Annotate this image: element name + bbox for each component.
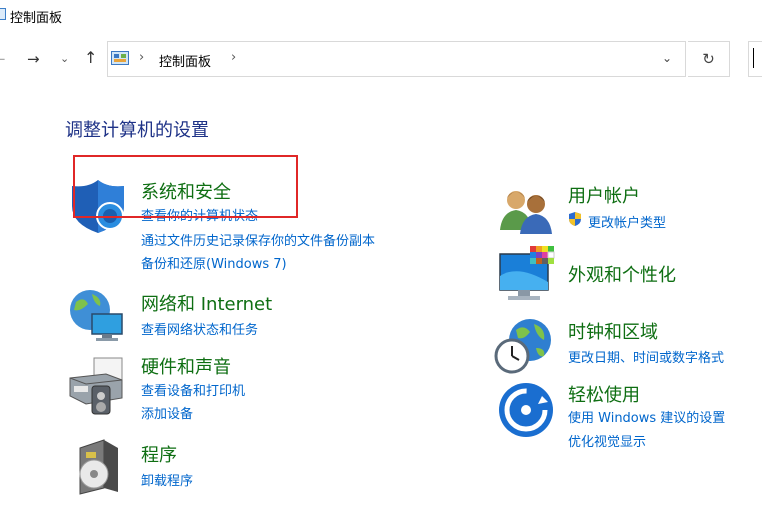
page-heading: 调整计算机的设置: [65, 120, 209, 141]
link-view-devices-printers[interactable]: 查看设备和打印机: [141, 380, 245, 399]
control-panel-icon: [111, 51, 129, 65]
refresh-button[interactable]: ↻: [688, 41, 730, 77]
link-change-date-time-format[interactable]: 更改日期、时间或数字格式: [568, 347, 724, 366]
title-bar: [0, 0, 762, 30]
category-title-clock-region[interactable]: 时钟和区域: [568, 318, 658, 344]
text-caret: [753, 48, 754, 68]
highlight-annotation: [73, 155, 298, 218]
breadcrumb-separator: ›: [139, 50, 145, 65]
search-input[interactable]: [748, 41, 762, 77]
programs-icon[interactable]: [74, 438, 124, 496]
up-button[interactable]: ↑: [84, 49, 97, 67]
category-title-programs[interactable]: 程序: [141, 441, 177, 467]
appearance-icon[interactable]: [498, 246, 556, 304]
link-backup-restore[interactable]: 备份和还原(Windows 7): [141, 253, 287, 272]
address-dropdown-button[interactable]: ⌄: [662, 51, 672, 65]
control-panel-icon: [0, 8, 6, 20]
link-add-device[interactable]: 添加设备: [141, 403, 193, 422]
link-uninstall-program[interactable]: 卸载程序: [141, 470, 193, 489]
category-title-user-accounts[interactable]: 用户帐户: [568, 182, 640, 208]
link-view-network-status[interactable]: 查看网络状态和任务: [141, 319, 258, 338]
link-optimize-visual-display[interactable]: 优化视觉显示: [568, 431, 646, 450]
ease-of-access-icon[interactable]: [498, 382, 554, 438]
clock-globe-icon[interactable]: [494, 318, 554, 374]
users-icon[interactable]: [498, 186, 554, 234]
category-title-ease-of-access[interactable]: 轻松使用: [568, 381, 640, 407]
uac-shield-icon: [569, 212, 581, 226]
recent-locations-button[interactable]: ⌄: [60, 50, 69, 68]
link-windows-suggested-settings[interactable]: 使用 Windows 建议的设置: [568, 407, 725, 426]
category-title-hardware-sound[interactable]: 硬件和声音: [141, 353, 231, 379]
breadcrumb-chevron[interactable]: ›: [231, 50, 236, 65]
link-file-history-backup[interactable]: 通过文件历史记录保存你的文件备份副本: [141, 230, 375, 249]
link-change-account-type[interactable]: 更改帐户类型: [588, 212, 666, 231]
printer-icon[interactable]: [66, 356, 128, 416]
forward-button[interactable]: →: [27, 50, 40, 68]
category-title-appearance[interactable]: 外观和个性化: [568, 261, 676, 287]
window-title: 控制面板: [10, 11, 63, 26]
breadcrumb[interactable]: 控制面板: [159, 51, 211, 70]
network-icon[interactable]: [66, 288, 128, 344]
category-title-network-internet[interactable]: 网络和 Internet: [141, 290, 272, 316]
back-button[interactable]: ←: [0, 50, 6, 68]
